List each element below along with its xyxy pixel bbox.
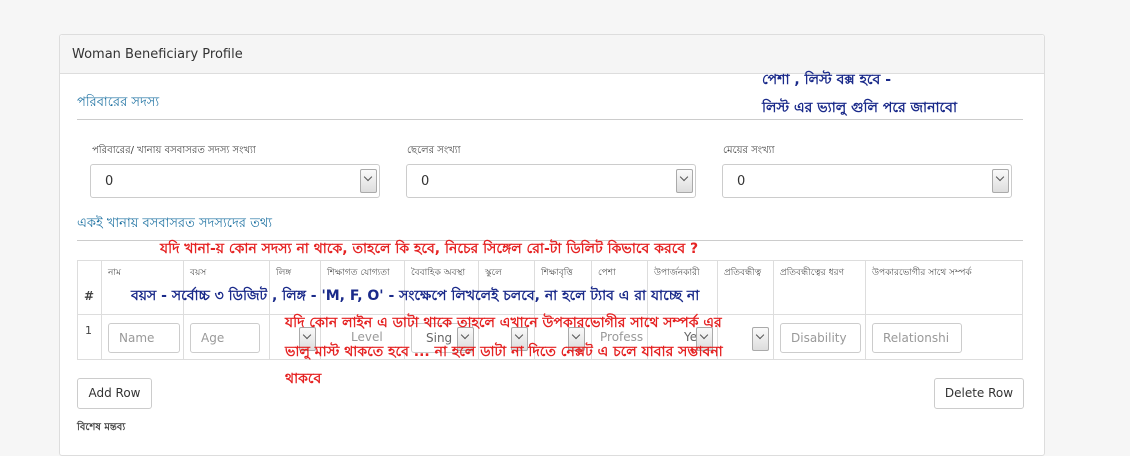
col-header-index: #	[77, 260, 102, 315]
daughters-count-label: মেয়ের সংখ্যা	[723, 145, 775, 156]
name-input[interactable]: Name	[108, 323, 180, 353]
annotation-no-member: যদি খানা-য় কোন সদস্য না থাকে, তাহলে কি …	[160, 241, 699, 257]
annotation-relation-line3: থাকবে	[285, 371, 322, 387]
annotation-profession-line1: পেশা , লিস্ট বক্স হবে -	[762, 72, 892, 88]
panel-heading: Woman Beneficiary Profile	[60, 35, 1044, 74]
chevron-down-icon[interactable]	[752, 327, 769, 351]
daughters-count-value: 0	[737, 174, 746, 189]
relation-input[interactable]: Relationshi	[872, 323, 962, 353]
members-count-select[interactable]: 0	[90, 164, 380, 198]
age-input[interactable]: Age	[190, 323, 260, 353]
chevron-down-icon[interactable]	[360, 169, 377, 193]
annotation-age-gender: বয়স - সর্বোচ্চ ৩ ডিজিট , লিঙ্গ - 'M, F,…	[131, 288, 700, 304]
disability-input[interactable]: Disability	[780, 323, 861, 353]
row-index-cell: 1	[77, 314, 102, 360]
sons-count-label: ছেলের সংখ্যা	[407, 145, 461, 156]
name-cell: Name	[101, 314, 184, 360]
annotation-relation-line2: ভালু মাস্ট থাকতে হবে ... না হলে ডাটা না …	[285, 344, 723, 360]
annotation-relation-line1: যদি কোন লাইন এ ডাটা থাকে তাহলে এখানে উপক…	[285, 315, 722, 331]
remarks-label: বিশেষ মন্তব্য	[77, 422, 126, 433]
col-header-disability: প্রতিবন্ধীত্ব	[717, 260, 774, 315]
disability-cell	[717, 314, 774, 360]
sons-count-select[interactable]: 0	[406, 164, 696, 198]
panel-title: Woman Beneficiary Profile	[72, 47, 243, 62]
delete-row-button[interactable]: Delete Row	[934, 378, 1024, 409]
daughters-count-select[interactable]: 0	[722, 164, 1012, 198]
section-title-family: পরিবারের সদস্য	[77, 95, 160, 110]
section-title-members: একই খানায় বসবাসরত সদস্যদের তথ্য	[77, 216, 273, 231]
sons-count-value: 0	[421, 174, 430, 189]
chevron-down-icon[interactable]	[676, 169, 693, 193]
row-index: 1	[85, 324, 92, 337]
add-row-button[interactable]: Add Row	[77, 378, 152, 409]
col-header-relation: উপকারভোগীর সাথে সম্পর্ক	[865, 260, 1023, 315]
members-count-label: পরিবারের/ খানায় বসবাসরত সদস্য সংখ্যা	[92, 145, 256, 156]
disability-type-cell: Disability	[773, 314, 866, 360]
chevron-down-icon[interactable]	[992, 169, 1009, 193]
col-header-disability-type: প্রতিবন্ধীত্বের ধরণ	[773, 260, 866, 315]
members-count-value: 0	[105, 174, 114, 189]
relation-cell: Relationshi	[865, 314, 1023, 360]
age-cell: Age	[183, 314, 270, 360]
annotation-profession-line2: লিস্ট এর ভ্যালু গুলি পরে জানাবো	[762, 100, 958, 116]
